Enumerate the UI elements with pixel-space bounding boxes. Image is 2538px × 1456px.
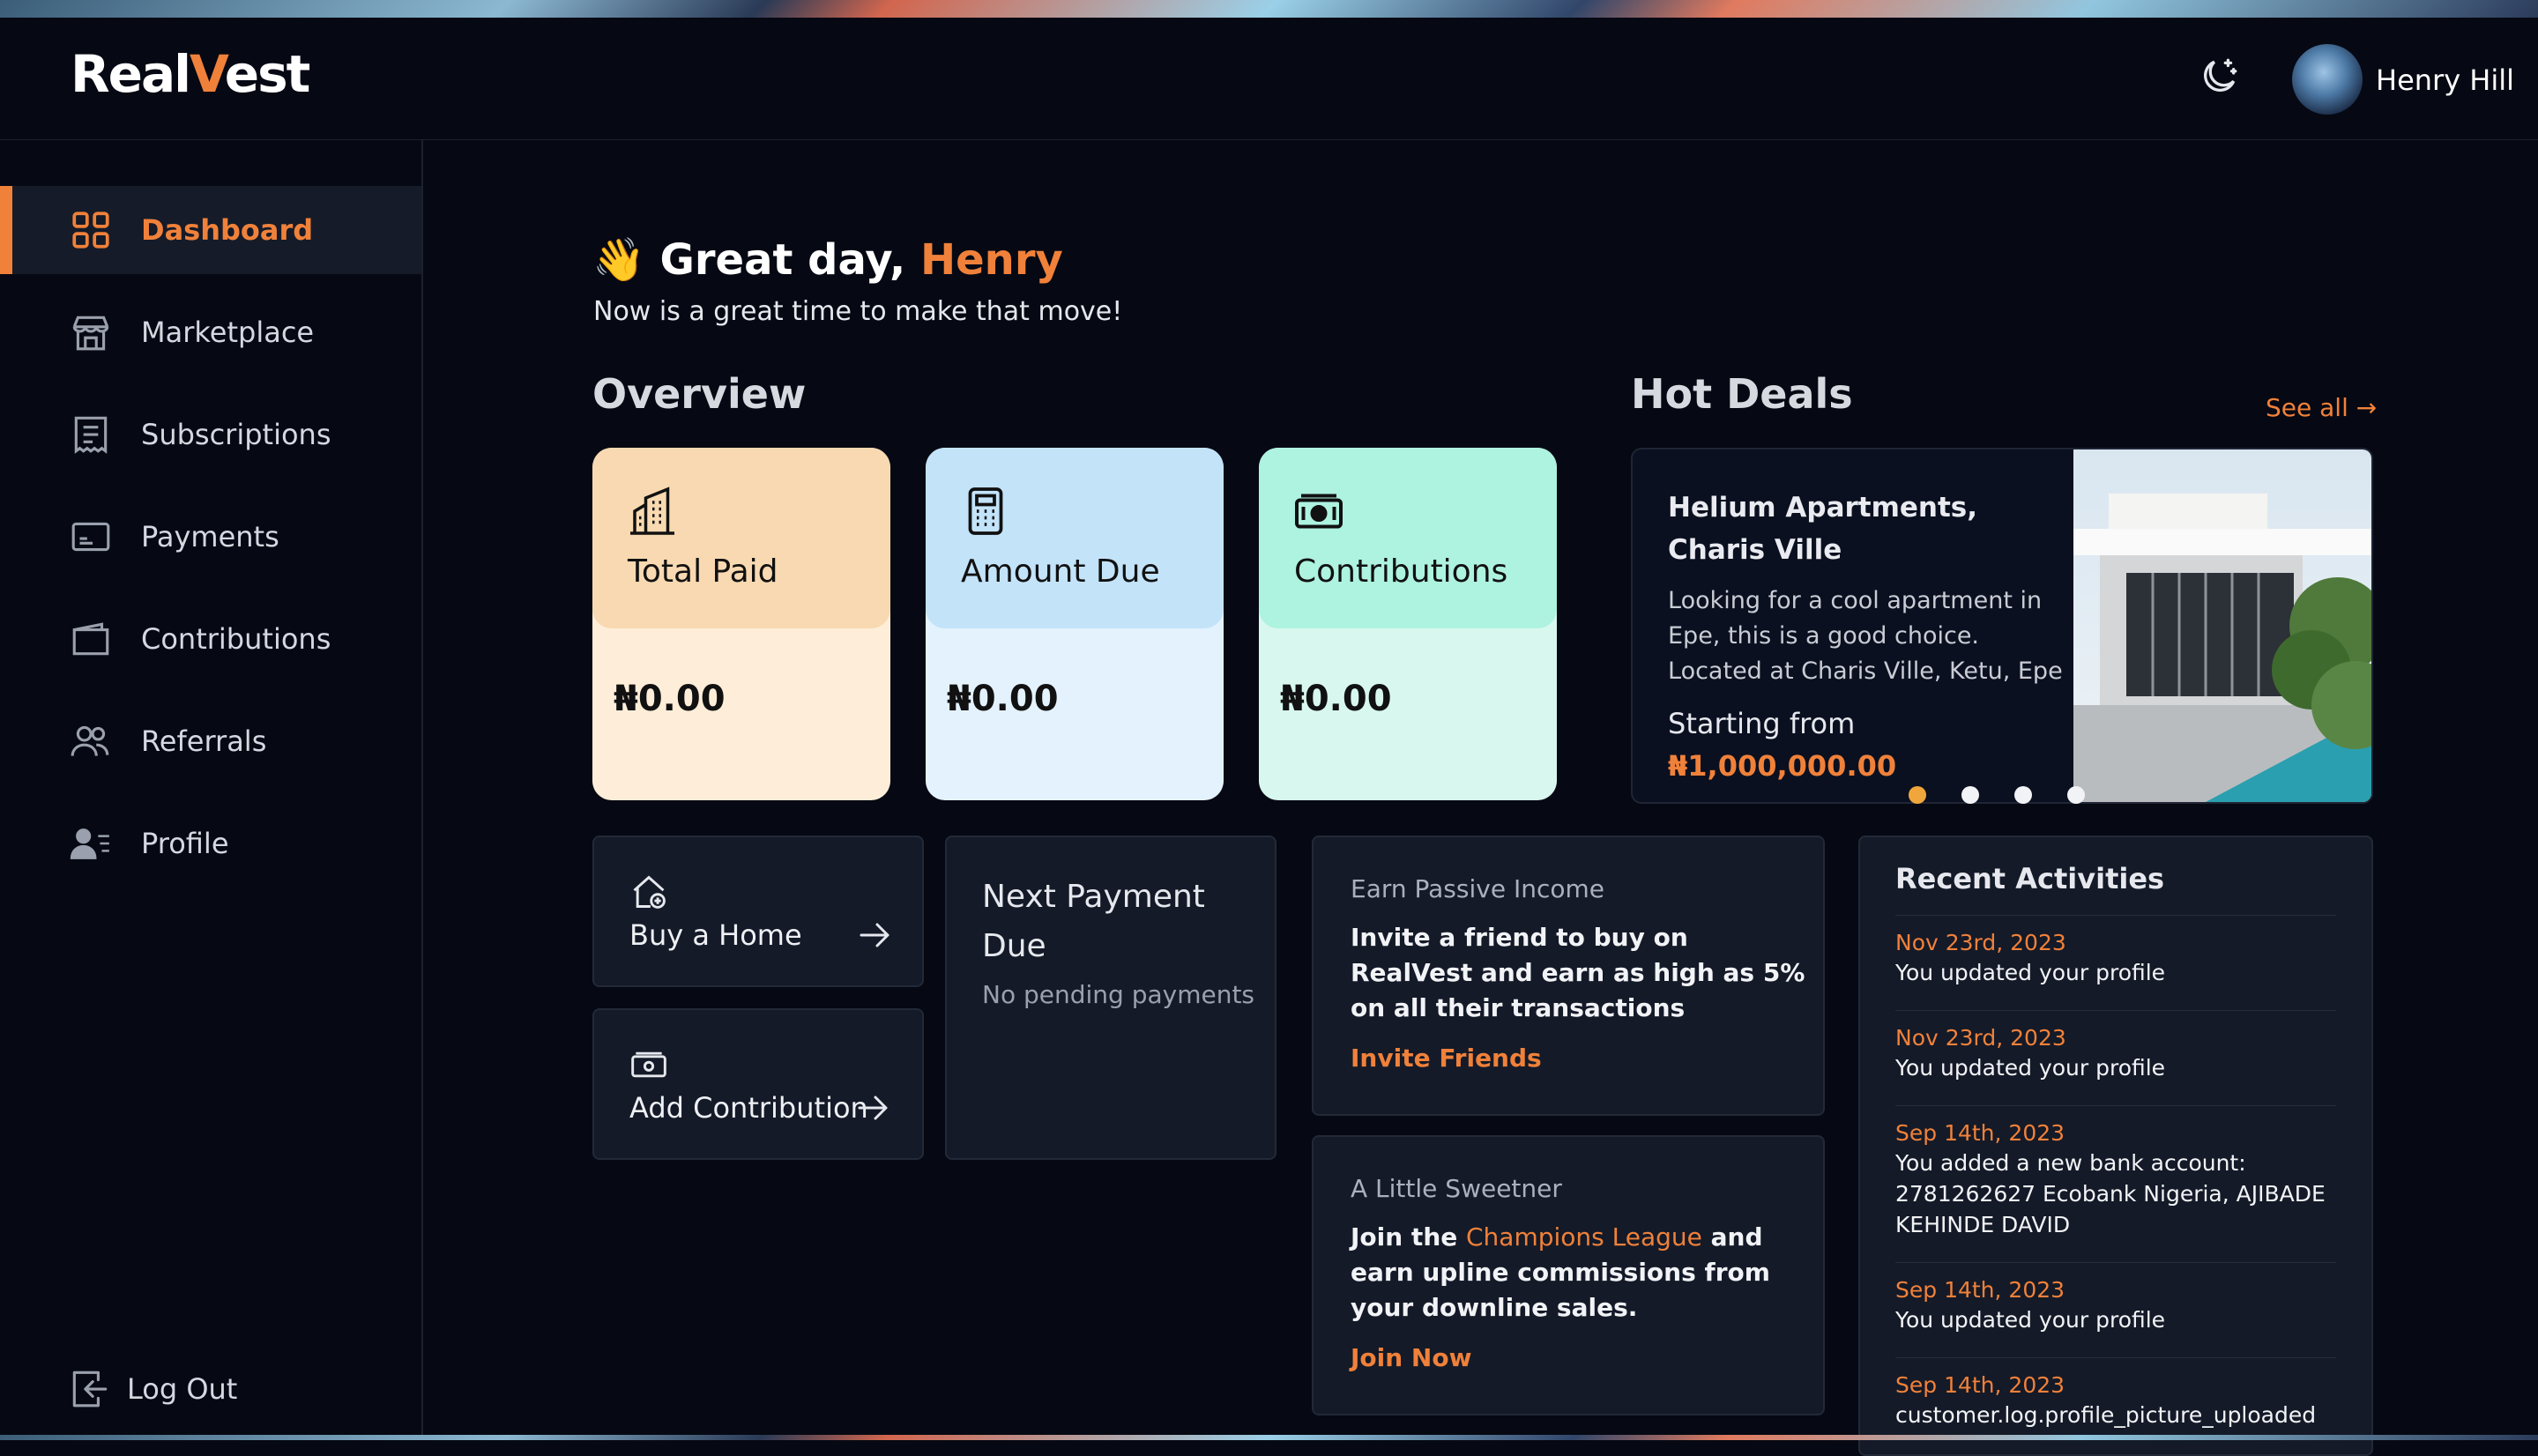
sidebar: Dashboard Marketplace Subscriptions Paym… xyxy=(0,140,423,1440)
logout-button[interactable]: Log Out xyxy=(0,1346,421,1434)
activity-date: Nov 23rd, 2023 xyxy=(1895,930,2066,955)
top-decorative-stripe xyxy=(0,0,2538,18)
card-amount: ₦0.00 xyxy=(947,679,1059,719)
champions-league-link[interactable]: Champions League xyxy=(1466,1222,1702,1252)
add-contribution-label: Add Contribution xyxy=(629,1091,868,1125)
receipt-icon xyxy=(74,416,108,454)
activity-item: Nov 23rd, 2023 You updated your profile xyxy=(1895,1010,2336,1083)
cash-icon xyxy=(631,1051,666,1078)
total-paid-card[interactable]: Total Paid ₦0.00 xyxy=(592,448,890,800)
logout-icon xyxy=(72,1371,108,1408)
sidebar-item-label: Subscriptions xyxy=(141,418,331,451)
cash-icon xyxy=(1295,494,1343,529)
card-label: Total Paid xyxy=(628,553,778,590)
sidebar-item-subscriptions[interactable]: Subscriptions xyxy=(0,390,421,479)
sidebar-item-referrals[interactable]: Referrals xyxy=(0,697,421,785)
recent-activities-title: Recent Activities xyxy=(1895,862,2165,895)
next-payment-title: Next Payment Due xyxy=(982,879,1205,964)
activity-item: Nov 23rd, 2023 You updated your profile xyxy=(1895,915,2336,988)
see-all-link[interactable]: See all → xyxy=(2266,393,2377,422)
realvest-logo[interactable]: RealVest xyxy=(71,44,310,104)
next-payment-panel: Next Payment Due No pending payments xyxy=(945,836,1276,1160)
sidebar-item-profile[interactable]: Profile xyxy=(0,799,421,888)
carousel-dot[interactable] xyxy=(1909,786,1926,804)
sidebar-item-label: Dashboard xyxy=(141,213,314,247)
sidebar-item-label: Profile xyxy=(141,827,229,860)
arrow-right-icon xyxy=(858,1096,888,1120)
wave-emoji: 👋 xyxy=(592,235,645,285)
user-list-icon xyxy=(70,828,109,859)
deal-title: Helium Apartments, Charis Ville xyxy=(1668,492,1978,566)
next-payment-status: No pending payments xyxy=(982,980,1255,1009)
sweetener-panel: A Little Sweetner Join the Champions Lea… xyxy=(1312,1135,1825,1415)
join-now-link[interactable]: Join Now xyxy=(1351,1343,1471,1372)
store-icon xyxy=(72,316,109,351)
passive-income-body: Invite a friend to buy on RealVest and e… xyxy=(1351,923,1805,1022)
deal-price: ₦1,000,000.00 xyxy=(1668,749,1897,783)
greeting-title: 👋 Great day, Henry xyxy=(592,235,1063,285)
invite-friends-link[interactable]: Invite Friends xyxy=(1351,1044,1542,1073)
home-plus-icon xyxy=(633,875,666,909)
activity-item: Sep 14th, 2023 You added a new bank acco… xyxy=(1895,1105,2336,1240)
wallet-icon xyxy=(72,622,109,656)
sidebar-item-label: Payments xyxy=(141,520,279,553)
calculator-icon xyxy=(968,487,1003,535)
activity-date: Sep 14th, 2023 xyxy=(1895,1372,2065,1398)
card-amount: ₦0.00 xyxy=(614,679,726,719)
sidebar-item-marketplace[interactable]: Marketplace xyxy=(0,288,421,376)
contributions-card[interactable]: Contributions ₦0.00 xyxy=(1259,448,1557,800)
card-label: Amount Due xyxy=(961,553,1160,590)
sidebar-item-dashboard[interactable]: Dashboard xyxy=(0,186,421,274)
buy-home-button[interactable]: Buy a Home xyxy=(592,836,924,987)
card-icon xyxy=(71,522,110,552)
bottom-decorative-stripe xyxy=(0,1435,2538,1440)
sidebar-item-contributions[interactable]: Contributions xyxy=(0,595,421,683)
users-icon xyxy=(71,725,109,756)
arrow-right-icon xyxy=(860,923,889,947)
recent-activities-panel: Recent Activities Nov 23rd, 2023 You upd… xyxy=(1858,836,2373,1456)
amount-due-card[interactable]: Amount Due ₦0.00 xyxy=(926,448,1224,800)
activity-text: You updated your profile xyxy=(1895,1055,2166,1081)
user-name[interactable]: Henry Hill xyxy=(2376,63,2514,97)
passive-income-panel: Earn Passive Income Invite a friend to b… xyxy=(1312,836,1825,1116)
activity-date: Sep 14th, 2023 xyxy=(1895,1120,2065,1146)
carousel-dot[interactable] xyxy=(2067,786,2085,804)
grid-icon xyxy=(72,212,109,249)
activity-text: customer.log.profile_picture_uploaded xyxy=(1895,1402,2317,1428)
greeting-subtitle: Now is a great time to make that move! xyxy=(593,296,1123,327)
hot-deal-card[interactable]: Helium Apartments, Charis Ville Looking … xyxy=(1631,448,2373,804)
sweetener-body: Join the Champions League and earn uplin… xyxy=(1351,1222,1770,1322)
activity-text: You updated your profile xyxy=(1895,960,2166,985)
sidebar-item-label: Marketplace xyxy=(141,316,315,349)
sidebar-item-label: Contributions xyxy=(141,622,331,656)
avatar[interactable] xyxy=(2292,44,2363,115)
passive-income-title: Earn Passive Income xyxy=(1351,874,1604,903)
card-amount: ₦0.00 xyxy=(1280,679,1392,719)
carousel-dot[interactable] xyxy=(1961,786,1979,804)
activity-item: Sep 14th, 2023 customer.log.profile_pict… xyxy=(1895,1357,2336,1430)
carousel-dot[interactable] xyxy=(2014,786,2032,804)
activity-item: Sep 14th, 2023 You updated your profile xyxy=(1895,1262,2336,1335)
activity-date: Sep 14th, 2023 xyxy=(1895,1277,2065,1303)
deal-starting-label: Starting from xyxy=(1668,707,1856,740)
activity-text: You added a new bank account: 2781262627… xyxy=(1895,1150,2326,1237)
building-icon xyxy=(630,487,674,535)
overview-title: Overview xyxy=(592,370,807,418)
add-contribution-button[interactable]: Add Contribution xyxy=(592,1008,924,1160)
activity-date: Nov 23rd, 2023 xyxy=(1895,1025,2066,1051)
top-bar: RealVest Henry Hill xyxy=(0,18,2538,140)
property-photo xyxy=(2073,449,2371,802)
buy-home-label: Buy a Home xyxy=(629,918,802,952)
activity-text: You updated your profile xyxy=(1895,1307,2166,1333)
hot-deals-title: Hot Deals xyxy=(1631,370,1853,418)
logout-label: Log Out xyxy=(127,1372,238,1406)
sweetener-title: A Little Sweetner xyxy=(1351,1174,1562,1203)
sidebar-item-payments[interactable]: Payments xyxy=(0,493,421,581)
deal-description: Looking for a cool apartment in Epe, thi… xyxy=(1668,587,2063,685)
sidebar-item-label: Referrals xyxy=(141,724,267,758)
card-label: Contributions xyxy=(1294,553,1508,590)
moon-icon[interactable] xyxy=(2197,55,2241,99)
